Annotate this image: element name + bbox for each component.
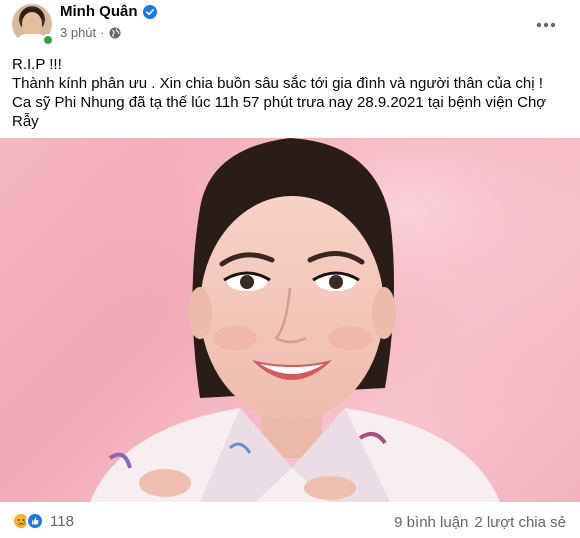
globe-icon[interactable] — [109, 27, 121, 39]
shares-count-link[interactable]: 2 lượt chia sẻ — [474, 514, 566, 531]
post-line: Thành kính phân ưu . Xin chia buồn sâu s… — [12, 75, 543, 92]
avatar-face — [22, 12, 42, 36]
post-photo[interactable] — [0, 138, 580, 502]
more-options-button[interactable] — [528, 6, 564, 42]
verified-badge-icon — [142, 4, 157, 19]
post-text: R.I.P !!! Thành kính phân ưu . Xin chia … — [12, 55, 568, 131]
post-header: Minh Quân 3 phút · — [0, 0, 580, 48]
comments-count-link[interactable]: 9 bình luận — [394, 514, 468, 531]
more-horizontal-icon — [536, 15, 556, 33]
reactions-summary[interactable]: 118 — [12, 512, 74, 530]
online-status-dot — [42, 34, 54, 46]
portrait-illustration — [0, 138, 580, 502]
post-meta: 3 phút · — [60, 25, 121, 40]
post-line: Ca sỹ Phi Nhung đã tạ thế lúc 11h 57 phú… — [12, 94, 547, 130]
post-footer: 118 9 bình luận 2 lượt chia sẻ — [0, 502, 580, 538]
post-timestamp[interactable]: 3 phút — [60, 25, 96, 40]
avatar[interactable] — [12, 4, 54, 46]
reaction-count: 118 — [50, 512, 74, 530]
author-row: Minh Quân — [60, 3, 157, 20]
post-line: R.I.P !!! — [12, 56, 62, 73]
engagement-stats: 9 bình luận 2 lượt chia sẻ — [394, 514, 566, 531]
meta-separator: · — [100, 25, 105, 40]
author-name[interactable]: Minh Quân — [60, 3, 138, 20]
like-reaction-icon — [26, 512, 44, 530]
